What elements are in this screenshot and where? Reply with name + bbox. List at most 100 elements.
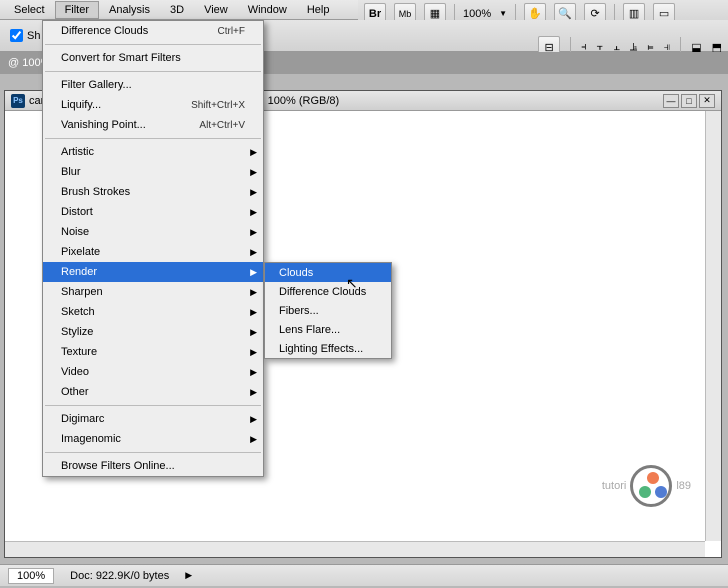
submenu-item-lighting-effects[interactable]: Lighting Effects... [265,339,391,358]
submenu-arrow-icon: ▶ [250,387,257,398]
menu-item-label: Imagenomic [61,433,245,445]
menu-item-label: Distort [61,206,245,218]
submenu-arrow-icon: ▶ [250,147,257,158]
menu-item-noise[interactable]: Noise ▶ [43,222,263,242]
menu-help[interactable]: Help [297,1,340,19]
statusbar: 100% Doc: 922.9K/0 bytes ▶ [0,564,728,586]
submenu-item-difference-clouds[interactable]: Difference Clouds [265,282,391,301]
close-button[interactable]: ✕ [699,94,715,108]
menu-item-label: Digimarc [61,413,245,425]
rotate-icon: ⟳ [590,7,599,20]
status-doc-info: Doc: 922.9K/0 bytes [70,570,169,582]
chevron-right-icon[interactable]: ▶ [185,570,192,581]
watermark-logo-icon [630,465,672,507]
menu-view[interactable]: View [194,1,238,19]
menu-shortcut: Shift+Ctrl+X [191,100,245,111]
submenu-item-lens-flare[interactable]: Lens Flare... [265,320,391,339]
menu-item-label: Vanishing Point... [61,119,199,131]
menu-item-render[interactable]: Render ▶ [43,262,263,282]
menu-item-label: Artistic [61,146,245,158]
photoshop-file-icon: Ps [11,94,25,108]
menu-item-video[interactable]: Video ▶ [43,362,263,382]
show-checkbox[interactable]: Sh [10,29,40,42]
menu-item-label: Browse Filters Online... [61,460,245,472]
arrange-icon: ▥ [629,7,639,20]
window-buttons: — □ ✕ [663,94,715,108]
submenu-arrow-icon: ▶ [250,247,257,258]
menu-item-sharpen[interactable]: Sharpen ▶ [43,282,263,302]
menu-item-sketch[interactable]: Sketch ▶ [43,302,263,322]
menu-item-brush-strokes[interactable]: Brush Strokes▶ [43,182,263,202]
submenu-arrow-icon: ▶ [250,367,257,378]
submenu-arrow-icon: ▶ [250,414,257,425]
zoom-level[interactable]: 100% [463,8,491,20]
vertical-scrollbar[interactable] [705,111,721,541]
menu-3d[interactable]: 3D [160,1,194,19]
menu-item-artistic[interactable]: Artistic ▶ [43,142,263,162]
maximize-button[interactable]: □ [681,94,697,108]
horizontal-scrollbar[interactable] [5,541,705,557]
menu-item-label: Noise [61,226,245,238]
submenu-arrow-icon: ▶ [250,287,257,298]
menu-item-stylize[interactable]: Stylize ▶ [43,322,263,342]
menu-item-label: Convert for Smart Filters [61,52,245,64]
menu-separator [45,44,261,45]
menu-analysis[interactable]: Analysis [99,1,160,19]
submenu-arrow-icon: ▶ [250,347,257,358]
submenu-item-fibers[interactable]: Fibers... [265,301,391,320]
menu-item-vanishing-point[interactable]: Vanishing Point...Alt+Ctrl+V [43,115,263,135]
menu-item-distort[interactable]: Distort ▶ [43,202,263,222]
submenu-arrow-icon: ▶ [250,327,257,338]
menu-item-pixelate[interactable]: Pixelate ▶ [43,242,263,262]
submenu-arrow-icon: ▶ [250,167,257,178]
minimize-button[interactable]: — [663,94,679,108]
menu-item-label: Sharpen [61,286,245,298]
submenu-arrow-icon: ▶ [250,307,257,318]
menu-separator [45,405,261,406]
filter-menu: Difference CloudsCtrl+F Convert for Smart… [42,20,264,477]
menu-filter[interactable]: Filter [55,1,99,19]
status-zoom[interactable]: 100% [8,568,54,584]
submenu-arrow-icon: ▶ [250,207,257,218]
show-checkbox-input[interactable] [10,29,23,42]
menu-item-label: Sketch [61,306,245,318]
menu-item-label: Video [61,366,245,378]
menu-item-label: Other [61,386,245,398]
menu-item-label: Pixelate [61,246,245,258]
submenu-arrow-icon: ▶ [250,187,257,198]
submenu-arrow-icon: ▶ [250,434,257,445]
submenu-arrow-icon: ▶ [250,267,257,278]
menu-separator [45,71,261,72]
menu-item-label: Stylize [61,326,245,338]
menu-item-label: Blur [61,166,245,178]
hand-icon: ✋ [528,7,542,20]
menu-item-texture[interactable]: Texture ▶ [43,342,263,362]
menu-item-convert-for-smart-filters[interactable]: Convert for Smart Filters [43,48,263,68]
menu-select[interactable]: Select [4,1,55,19]
render-submenu: CloudsDifference CloudsFibers...Lens Fla… [264,262,392,359]
submenu-item-clouds[interactable]: Clouds [265,263,391,282]
menu-item-browse-filters-online[interactable]: Browse Filters Online... [43,456,263,476]
menu-item-difference-clouds[interactable]: Difference CloudsCtrl+F [43,21,263,41]
watermark: tutori l89 [602,465,691,507]
submenu-arrow-icon: ▶ [250,227,257,238]
menu-item-digimarc[interactable]: Digimarc ▶ [43,409,263,429]
menu-item-label: Filter Gallery... [61,79,245,91]
dropdown-icon[interactable]: ▼ [499,9,507,18]
menu-item-label: Texture [61,346,245,358]
menu-item-liquify[interactable]: Liquify...Shift+Ctrl+X [43,95,263,115]
menu-shortcut: Ctrl+F [218,26,246,37]
menu-item-imagenomic[interactable]: Imagenomic ▶ [43,429,263,449]
screen-icon: ▭ [659,7,669,20]
menu-item-label: Render [61,266,245,278]
menu-separator [45,138,261,139]
menu-item-other[interactable]: Other ▶ [43,382,263,402]
menu-shortcut: Alt+Ctrl+V [199,120,245,131]
magnifier-icon: 🔍 [558,7,572,20]
menu-window[interactable]: Window [238,1,297,19]
menu-separator [45,452,261,453]
grid-icon: ▦ [430,7,440,20]
menu-item-blur[interactable]: Blur ▶ [43,162,263,182]
menu-item-label: Liquify... [61,99,191,111]
menu-item-filter-gallery[interactable]: Filter Gallery... [43,75,263,95]
